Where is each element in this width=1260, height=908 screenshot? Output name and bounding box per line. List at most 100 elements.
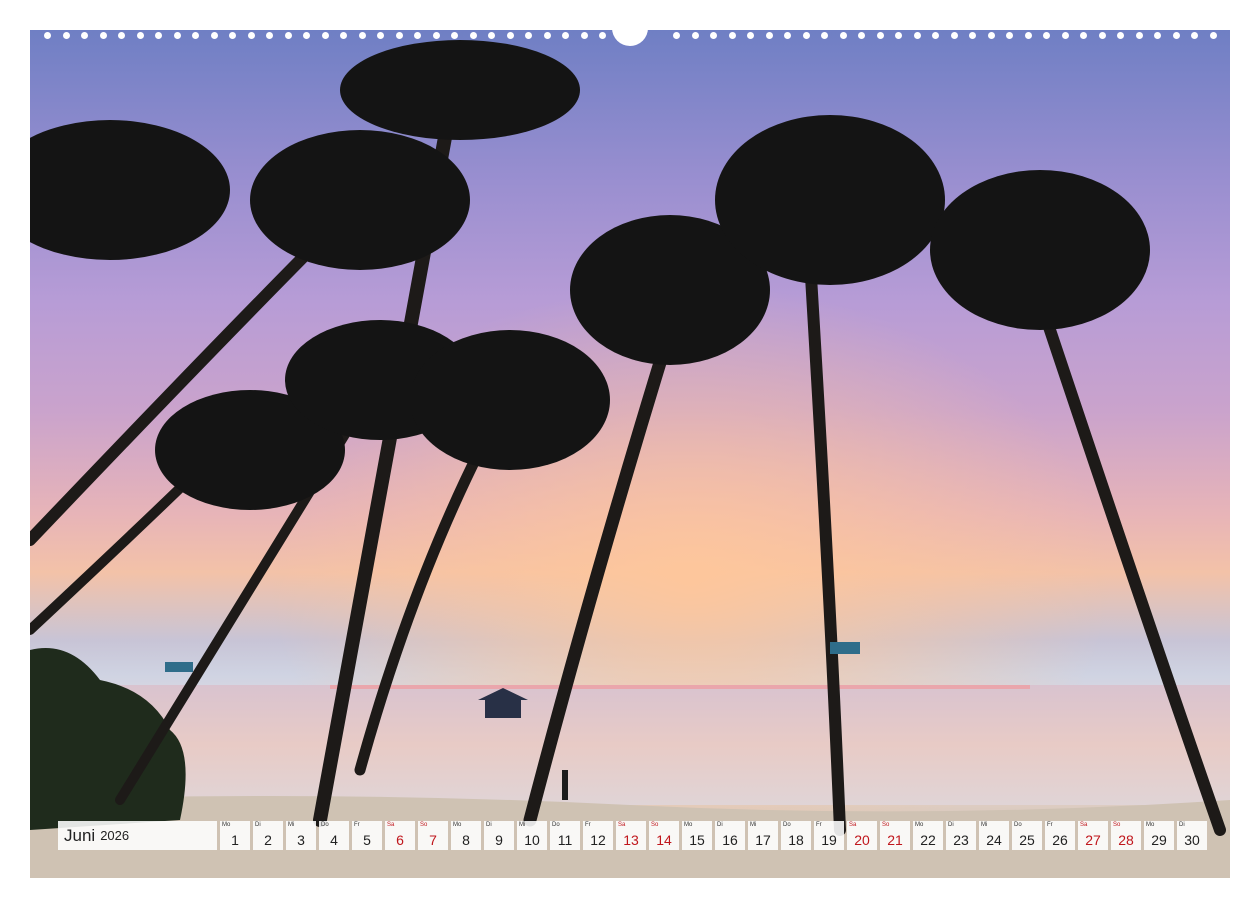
binding-hole bbox=[451, 32, 458, 39]
binding-hole bbox=[1061, 32, 1069, 39]
binding-hole bbox=[303, 32, 310, 39]
day-number: 1 bbox=[231, 832, 239, 848]
binding-hole bbox=[395, 32, 403, 39]
binding-hole bbox=[673, 32, 680, 39]
binding-hole bbox=[802, 32, 810, 39]
day-number: 7 bbox=[429, 832, 437, 848]
weekday-abbrev: Mi bbox=[288, 822, 295, 828]
month-name: Juni bbox=[64, 825, 96, 845]
day-number: 3 bbox=[297, 832, 305, 848]
weekday-abbrev: Di bbox=[1179, 822, 1185, 828]
weekday-abbrev: Mo bbox=[684, 822, 693, 828]
weekday-abbrev: Do bbox=[783, 822, 791, 828]
binding-hole bbox=[1043, 32, 1050, 39]
weekday-abbrev: Do bbox=[321, 822, 329, 828]
binding-hole bbox=[950, 32, 958, 39]
binding-hole bbox=[987, 32, 995, 39]
weekday-abbrev: Mi bbox=[750, 822, 757, 828]
binding-hole bbox=[1191, 32, 1198, 39]
day-cell: Fr 19 bbox=[814, 821, 844, 850]
binding-hole bbox=[414, 32, 421, 39]
weekday-abbrev: Mo bbox=[915, 822, 924, 828]
weekday-abbrev: Fr bbox=[354, 822, 360, 828]
binding-hole bbox=[1006, 32, 1013, 39]
binding-hole bbox=[488, 32, 495, 39]
day-number: 10 bbox=[524, 832, 540, 848]
weekday-abbrev: So bbox=[651, 822, 659, 828]
day-cell: Di 16 bbox=[715, 821, 745, 850]
palm-silhouettes bbox=[30, 30, 1230, 878]
day-cell: Fr 26 bbox=[1045, 821, 1075, 850]
day-cell: Mi 24 bbox=[979, 821, 1009, 850]
day-cell: Sa 13 bbox=[616, 821, 646, 850]
day-number: 13 bbox=[623, 832, 639, 848]
weekday-abbrev: Fr bbox=[585, 822, 591, 828]
weekday-abbrev: Di bbox=[948, 822, 954, 828]
day-cell: Sa 20 bbox=[847, 821, 877, 850]
weekday-abbrev: Sa bbox=[1080, 822, 1088, 828]
weekday-abbrev: Di bbox=[486, 822, 492, 828]
weekday-abbrev: Mo bbox=[1146, 822, 1155, 828]
binding-hole bbox=[321, 32, 329, 39]
day-number: 15 bbox=[689, 832, 705, 848]
binding-hole bbox=[1135, 32, 1143, 39]
binding-hole bbox=[1080, 32, 1087, 39]
day-number: 24 bbox=[986, 832, 1002, 848]
day-number: 8 bbox=[462, 832, 470, 848]
weekday-abbrev: So bbox=[1113, 822, 1121, 828]
binding-hole bbox=[173, 32, 181, 39]
binding-hole bbox=[377, 32, 384, 39]
weekday-abbrev: Mi bbox=[519, 822, 526, 828]
binding-hole bbox=[710, 32, 717, 39]
binding-hole bbox=[1024, 32, 1032, 39]
binding-hole bbox=[99, 32, 107, 39]
day-cell: Mo 8 bbox=[451, 821, 481, 850]
binding-hole bbox=[969, 32, 976, 39]
day-cell: Di 23 bbox=[946, 821, 976, 850]
binding-hole bbox=[506, 32, 514, 39]
weekday-abbrev: Mo bbox=[453, 822, 462, 828]
day-cell: Di 9 bbox=[484, 821, 514, 850]
day-number: 26 bbox=[1052, 832, 1068, 848]
day-number: 2 bbox=[264, 832, 272, 848]
binding-hole bbox=[266, 32, 273, 39]
binding-hole bbox=[876, 32, 884, 39]
binding-hole bbox=[1172, 32, 1180, 39]
binding-hole bbox=[358, 32, 366, 39]
binding-hole bbox=[62, 32, 70, 39]
binding-hole bbox=[932, 32, 939, 39]
binding-hole bbox=[155, 32, 162, 39]
binding-hole bbox=[432, 32, 440, 39]
binding-hole bbox=[913, 32, 921, 39]
day-cell: Do 25 bbox=[1012, 821, 1042, 850]
day-cell: Mi 17 bbox=[748, 821, 778, 850]
day-number: 4 bbox=[330, 832, 338, 848]
binding-hole bbox=[765, 32, 773, 39]
day-number: 11 bbox=[557, 832, 573, 848]
binding-hole bbox=[728, 32, 736, 39]
binding-hole bbox=[210, 32, 218, 39]
day-number: 29 bbox=[1151, 832, 1167, 848]
binding-hole bbox=[1154, 32, 1161, 39]
weekday-abbrev: Sa bbox=[387, 822, 395, 828]
binding-hole bbox=[784, 32, 791, 39]
binding-hole bbox=[284, 32, 292, 39]
binding-hole bbox=[839, 32, 847, 39]
day-number: 16 bbox=[722, 832, 738, 848]
day-number: 19 bbox=[821, 832, 837, 848]
day-cell: Do 4 bbox=[319, 821, 349, 850]
day-number: 30 bbox=[1184, 832, 1200, 848]
day-number: 9 bbox=[495, 832, 503, 848]
day-number: 12 bbox=[590, 832, 606, 848]
day-cell: Mo 1 bbox=[220, 821, 250, 850]
binding-hole bbox=[192, 32, 199, 39]
day-cell: Mo 22 bbox=[913, 821, 943, 850]
beach-sunset-photo bbox=[30, 30, 1230, 878]
day-number: 28 bbox=[1118, 832, 1134, 848]
day-number: 6 bbox=[396, 832, 404, 848]
day-cell: Sa 6 bbox=[385, 821, 415, 850]
day-number: 5 bbox=[363, 832, 371, 848]
day-number: 18 bbox=[788, 832, 804, 848]
binding-hole bbox=[821, 32, 828, 39]
binding-hole bbox=[747, 32, 754, 39]
